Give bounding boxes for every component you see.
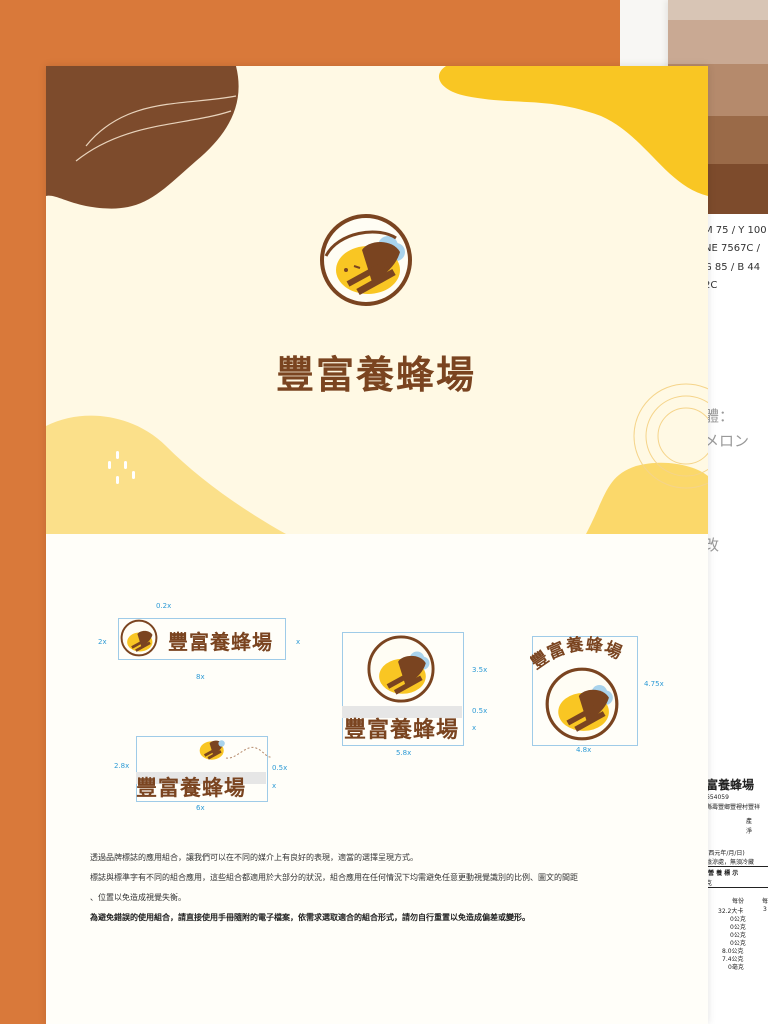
label-code: 654059 xyxy=(706,794,729,801)
guide-label-right: x xyxy=(296,638,301,646)
guide-label-left: 2.8x xyxy=(114,762,130,770)
description-line: 透過品牌標誌的應用組合，讓我們可以在不同的媒介上有良好的表現，適當的選擇呈現方式… xyxy=(90,853,418,862)
guide-label-top: 0.2x xyxy=(156,602,172,610)
label-address: 縣壽豐鄉豐裡村豐祥 xyxy=(706,804,761,811)
spec-cmyk: M 75 / Y 100 xyxy=(704,225,767,236)
font-value: メロン xyxy=(704,432,750,450)
swatch-2 xyxy=(668,20,768,64)
bee-logo-icon xyxy=(367,635,435,703)
guide-label-right: 4.75x xyxy=(644,680,664,688)
font-label: 體： xyxy=(704,407,735,425)
spec-pantone: NE 7567C / xyxy=(704,243,760,254)
description-line: 標誌與標準字有不同的組合應用，這些組合都適用於大部分的狀況，組合應用在任何情況下… xyxy=(90,873,578,882)
guide-label-bottom: 5.8x xyxy=(396,749,412,757)
guide-label-right-top: 0.5x xyxy=(272,764,288,772)
description-line: 、位置以免造成視覺失衡。 xyxy=(90,893,186,902)
yellow-blob-bottom-left xyxy=(46,415,286,534)
label-row1: 產 xyxy=(746,818,753,825)
guide-label-bottom: 8x xyxy=(196,673,205,681)
bee-icon xyxy=(199,740,225,760)
hero-panel: 豐富養蜂場 xyxy=(46,66,708,534)
yellow-blob-top xyxy=(438,66,708,196)
guide-label-right-mid: 0.5x xyxy=(472,707,488,715)
label-value: 0毫克 xyxy=(728,964,744,971)
brand-manual-page: 豐富養蜂場 豐富養蜂場 0.2x 2x x 8x 豐富養蜂場 3.5x 0.5x xyxy=(46,66,708,1024)
wordmark: 豐富養蜂場 xyxy=(344,718,460,743)
label-row1b: 淨 xyxy=(746,828,753,835)
bee-logo-icon xyxy=(320,214,412,306)
guide-label-bottom: 6x xyxy=(196,804,205,812)
label-storage: 陰涼處，無須冷藏 xyxy=(706,859,755,866)
brown-blob xyxy=(46,66,239,209)
label-rule-2 xyxy=(704,887,768,888)
guide-label-left: 2x xyxy=(98,638,107,646)
wordmark: 豐富養蜂場 xyxy=(168,630,273,654)
flight-path-icon xyxy=(225,746,273,759)
label-value-2: 3 xyxy=(763,906,767,913)
description-warning: 為避免錯誤的使用組合，請直接使用手冊隨附的電子檔案，依需求選取適合的組合形式，請… xyxy=(90,913,530,922)
yellow-blob-bottom-right xyxy=(586,462,708,534)
label-per-2: 每 xyxy=(762,898,768,905)
guide-label-right-bottom: x xyxy=(272,782,277,790)
wordmark: 豐富養蜂場 xyxy=(136,776,246,800)
label-rule xyxy=(704,866,768,867)
label-nutrition: 營 養 標 示 xyxy=(708,870,739,877)
bee-logo-icon xyxy=(545,667,619,741)
spec-rgb: G 85 / B 44 xyxy=(704,262,761,273)
brand-wordmark: 豐富養蜂場 xyxy=(276,353,477,397)
swatch-1 xyxy=(668,0,768,20)
label-per: 每份 xyxy=(732,898,745,905)
guide-label-right-bottom: x xyxy=(472,724,477,732)
bee-logo-icon xyxy=(120,619,158,657)
label-title: 富養蜂場 xyxy=(706,778,755,792)
label-date: (西元年/月/日) xyxy=(706,850,745,857)
guide-label-bottom: 4.8x xyxy=(576,746,592,754)
guide-label-right-top: 3.5x xyxy=(472,666,488,674)
